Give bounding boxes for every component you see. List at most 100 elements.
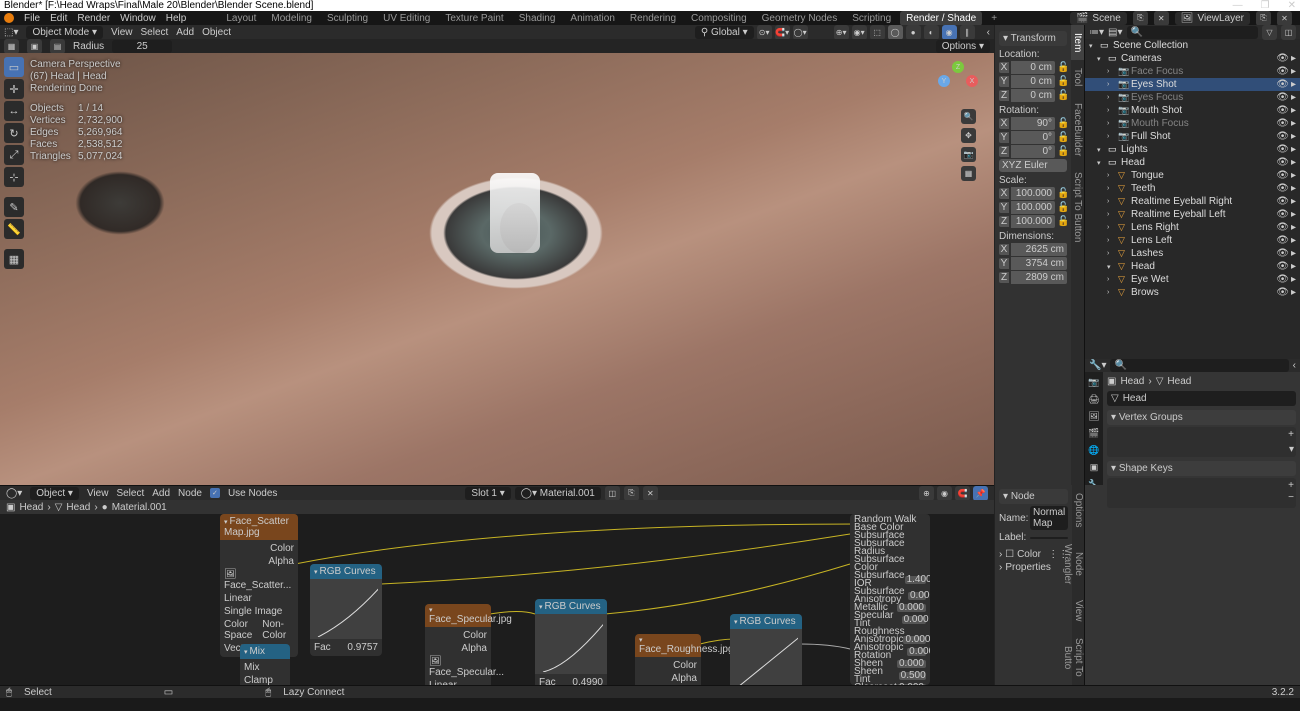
ne-node[interactable]: Node (178, 488, 202, 499)
props-search[interactable]: 🔍 (1110, 359, 1288, 372)
slot-select[interactable]: Slot 1 ▾ (465, 487, 510, 500)
outliner-tree[interactable]: ▾▭Scene Collection ▾▭Cameras👁▸›📷Face Foc… (1085, 39, 1300, 359)
rot-x[interactable]: 90° (1011, 117, 1055, 130)
ne-object-mode[interactable]: Object ▾ (30, 487, 79, 500)
tab-scripting[interactable]: Scripting (846, 11, 897, 26)
vp-menu-select[interactable]: Select (140, 27, 168, 38)
panel-shape-keys[interactable]: ▾ Shape Keys (1107, 461, 1296, 476)
tab-rendering[interactable]: Rendering (624, 11, 682, 26)
tool-annotate[interactable]: ✎ (4, 197, 24, 217)
del-scene-icon[interactable]: ✕ (1154, 11, 1169, 26)
overlay-icon[interactable]: ◉▾ (852, 25, 867, 40)
node-label-field[interactable] (1030, 537, 1068, 539)
ntab-tool[interactable]: Tool (1071, 60, 1084, 94)
outliner-item-lashes[interactable]: ›▽Lashes👁▸ (1085, 247, 1300, 260)
tab-sculpting[interactable]: Sculpting (321, 11, 374, 26)
pause-icon[interactable]: ∥ (960, 25, 975, 40)
new-collection-icon[interactable]: ◫ (1281, 25, 1296, 40)
tool-add[interactable]: ▦ (4, 249, 24, 269)
data-name-field[interactable]: ▽ Head (1107, 391, 1296, 406)
ptab-scene[interactable]: 🎬 (1086, 425, 1102, 441)
outliner-item-eyes-shot[interactable]: ›📷Eyes Shot👁▸ (1085, 78, 1300, 91)
radius-value[interactable]: 25 (112, 40, 172, 53)
ptab-viewlayer[interactable]: 🖼 (1086, 408, 1102, 424)
new-scene-icon[interactable]: ⎘ (1133, 11, 1148, 26)
outliner-item-realtime-eyeball-left[interactable]: ›▽Realtime Eyeball Left👁▸ (1085, 208, 1300, 221)
mat-new-icon[interactable]: ⎘ (624, 486, 639, 501)
tool-select[interactable]: ▭ (4, 57, 24, 77)
dim-y[interactable]: 3754 cm (1011, 257, 1067, 270)
node-name-field[interactable]: Normal Map (1030, 506, 1068, 530)
scale-z[interactable]: 100.000 (1011, 215, 1055, 228)
outliner-item-head[interactable]: ▾▽Head👁▸ (1085, 260, 1300, 273)
shading-matpreview-icon[interactable]: ◐ (924, 25, 939, 40)
vp-menu-object[interactable]: Object (202, 27, 231, 38)
ne-type-icon[interactable]: ◯▾ (6, 488, 22, 499)
orientation[interactable]: ⚲ Global ▾ (695, 26, 754, 39)
node-rgb-curves-3[interactable]: ▾ RGB Curves Fac0.5010 (730, 614, 802, 685)
tool-cursor[interactable]: ✛ (4, 79, 24, 99)
tool-transform[interactable]: ⊹ (4, 167, 24, 187)
panel-vertex-groups[interactable]: ▾ Vertex Groups (1107, 410, 1296, 425)
ntab-fb[interactable]: FaceBuilder (1071, 95, 1084, 164)
shader-input-clearcoat[interactable]: Clearcoat0.000 (852, 684, 928, 685)
lock-icon[interactable]: 🔓 (1057, 62, 1067, 73)
gizmo-toggle-icon[interactable]: ⊕▾ (834, 25, 849, 40)
filter-icon[interactable]: ▽ (1262, 25, 1277, 40)
camera-view-icon[interactable]: 📷 (961, 147, 976, 162)
outliner-item-face-focus[interactable]: ›📷Face Focus👁▸ (1085, 65, 1300, 78)
outliner-item-lights[interactable]: ▾▭Lights👁▸ (1085, 143, 1300, 156)
add-workspace-icon[interactable]: + (985, 11, 1003, 26)
ne-node-header[interactable]: ▾ Node (999, 489, 1068, 504)
prop-edit-icon[interactable]: ◯▾ (793, 25, 808, 40)
tab-texture[interactable]: Texture Paint (439, 11, 509, 26)
ntab-stb[interactable]: Script To Button (1071, 164, 1084, 250)
mode-select[interactable]: Object Mode ▾ (26, 26, 103, 39)
outliner-item-realtime-eyeball-right[interactable]: ›▽Realtime Eyeball Right👁▸ (1085, 195, 1300, 208)
menu-file[interactable]: File (24, 13, 40, 24)
rot-z[interactable]: 0° (1011, 145, 1055, 158)
ne-pin-icon[interactable]: 📌 (973, 486, 988, 501)
menu-window[interactable]: Window (120, 13, 156, 24)
add-icon[interactable]: + (1288, 429, 1294, 440)
tab-modeling[interactable]: Modeling (265, 11, 318, 26)
ne-select[interactable]: Select (116, 488, 144, 499)
ne-props-panel[interactable]: Properties (1005, 562, 1051, 573)
sub-icon2[interactable]: ▣ (27, 39, 42, 54)
dim-z[interactable]: 2809 cm (1011, 271, 1067, 284)
outliner-item-tongue[interactable]: ›▽Tongue👁▸ (1085, 169, 1300, 182)
tab-compositing[interactable]: Compositing (685, 11, 753, 26)
ne-overlay-icon[interactable]: ◉ (937, 486, 952, 501)
tab-geo[interactable]: Geometry Nodes (756, 11, 844, 26)
vp-menu-add[interactable]: Add (176, 27, 194, 38)
tool-measure[interactable]: 📏 (4, 219, 24, 239)
scale-x[interactable]: 100.000 (1011, 187, 1055, 200)
outliner-item-full-shot[interactable]: ›📷Full Shot👁▸ (1085, 130, 1300, 143)
ne-view[interactable]: View (87, 488, 109, 499)
menu-render[interactable]: Render (77, 13, 110, 24)
node-face-roughness[interactable]: ▾ Face_Roughness.jpg Color Alpha 🖼 Face_… (635, 634, 701, 685)
dim-x[interactable]: 2625 cm (1011, 243, 1067, 256)
outliner-item-lens-left[interactable]: ›▽Lens Left👁▸ (1085, 234, 1300, 247)
loc-z[interactable]: 0 cm (1011, 89, 1055, 102)
close-icon[interactable]: ✕ (1288, 0, 1296, 11)
display-mode-icon[interactable]: ▤▾ (1108, 27, 1122, 38)
mat-pin-icon[interactable]: ◫ (605, 486, 620, 501)
tab-shading[interactable]: Shading (513, 11, 562, 26)
node-rgb-curves-1[interactable]: ▾ RGB Curves Fac0.9757 (310, 564, 382, 656)
shading-rendered-icon[interactable]: ◉ (942, 25, 957, 40)
menu-edit[interactable]: Edit (50, 13, 67, 24)
sub-icon1[interactable]: ▦ (4, 39, 19, 54)
node-face-specular[interactable]: ▾ Face_Specular.jpg Color Alpha 🖼 Face_S… (425, 604, 491, 685)
tab-layout[interactable]: Layout (220, 11, 262, 26)
scale-y[interactable]: 100.000 (1011, 201, 1055, 214)
loc-x[interactable]: 0 cm (1011, 61, 1055, 74)
tool-scale[interactable]: ⤢ (4, 145, 24, 165)
xray-icon[interactable]: ⬚ (870, 25, 885, 40)
outliner-item-eyes-focus[interactable]: ›📷Eyes Focus👁▸ (1085, 91, 1300, 104)
move-view-icon[interactable]: ✥ (961, 128, 976, 143)
outliner-item-lens-right[interactable]: ›▽Lens Right👁▸ (1085, 221, 1300, 234)
vp-chevron-icon[interactable]: ‹ (987, 27, 990, 38)
ne-gizmo-icon[interactable]: ⊕ (919, 486, 934, 501)
viewlayer-field[interactable]: 🖼 ViewLayer (1175, 12, 1250, 25)
